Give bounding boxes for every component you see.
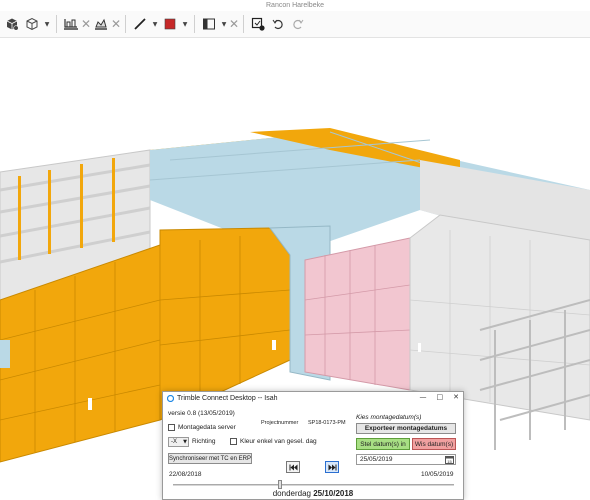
color-selected-day-label: Kleur enkel van gesel. dag bbox=[240, 438, 317, 445]
direction-value: -X bbox=[171, 439, 177, 445]
color-icon[interactable] bbox=[160, 14, 180, 34]
sync-button[interactable]: Synchroniseer met TC en ERP bbox=[168, 453, 252, 464]
toolbar-divider bbox=[194, 15, 195, 33]
server-checkbox-label: Montagedata server bbox=[178, 424, 236, 431]
dialog-title: Trimble Connect Desktop -- Isah bbox=[177, 395, 278, 402]
server-checkbox[interactable] bbox=[168, 424, 175, 431]
clear-icon[interactable]: ✕ bbox=[81, 14, 91, 34]
date-input[interactable]: 25/05/2019 15 bbox=[356, 454, 456, 465]
cube-icon[interactable] bbox=[22, 14, 42, 34]
start-date-label: 22/08/2018 bbox=[169, 471, 202, 478]
section-box-icon[interactable] bbox=[91, 14, 111, 34]
section-plane-icon[interactable] bbox=[61, 14, 81, 34]
skip-forward-button[interactable] bbox=[325, 461, 339, 473]
dropdown-caret-icon[interactable]: ▼ bbox=[42, 14, 52, 34]
calendar-icon[interactable]: 15 bbox=[445, 455, 454, 464]
models-icon[interactable] bbox=[2, 14, 22, 34]
current-day: donderdag bbox=[272, 489, 311, 498]
dropdown-caret-icon[interactable]: ▼ bbox=[150, 14, 160, 34]
skip-back-icon bbox=[289, 464, 297, 470]
direction-label: Richting bbox=[192, 438, 216, 445]
date-input-value: 25/05/2019 bbox=[360, 456, 393, 463]
redo-icon[interactable] bbox=[288, 14, 308, 34]
maximize-icon[interactable]: □ bbox=[437, 393, 444, 401]
skip-back-button[interactable] bbox=[286, 461, 300, 473]
toolbar-divider bbox=[125, 15, 126, 33]
color-selected-day-checkbox[interactable] bbox=[230, 438, 237, 445]
version-label: versie 0.8 (13/05/2019) bbox=[168, 410, 235, 417]
svg-text:15: 15 bbox=[447, 459, 452, 464]
edit-view-icon[interactable] bbox=[248, 14, 268, 34]
toolbar: ▼ ✕ ✕ ▼ ▼ ▼ ✕ bbox=[0, 11, 590, 38]
undo-icon[interactable] bbox=[268, 14, 288, 34]
chevron-down-icon: ▼ bbox=[183, 439, 187, 445]
dropdown-caret-icon[interactable]: ▼ bbox=[219, 14, 229, 34]
clear-icon[interactable]: ✕ bbox=[111, 14, 121, 34]
clear-date-button[interactable]: Wis datum(s) bbox=[412, 438, 456, 450]
isah-dialog: Trimble Connect Desktop -- Isah — □ ✕ ve… bbox=[162, 391, 464, 500]
set-date-button[interactable]: Stel datum(s) in bbox=[356, 438, 410, 450]
dropdown-caret-icon[interactable]: ▼ bbox=[180, 14, 190, 34]
close-icon[interactable]: ✕ bbox=[453, 393, 459, 401]
panel-icon[interactable] bbox=[199, 14, 219, 34]
project-number-value: SP18-0173-PM bbox=[308, 420, 346, 426]
dialog-titlebar: Trimble Connect Desktop -- Isah — □ ✕ bbox=[163, 392, 463, 405]
toolbar-divider bbox=[243, 15, 244, 33]
measure-icon[interactable] bbox=[130, 14, 150, 34]
current-date: 25/10/2018 bbox=[313, 489, 354, 498]
export-dates-button[interactable]: Exporteer montagedatums bbox=[356, 423, 456, 434]
date-slider-track[interactable] bbox=[173, 484, 454, 486]
direction-select[interactable]: -X ▼ bbox=[168, 437, 189, 447]
minimize-icon[interactable]: — bbox=[420, 393, 427, 401]
date-slider-thumb[interactable] bbox=[277, 480, 282, 489]
current-date-label: donderdag 25/10/2018 bbox=[263, 489, 363, 498]
skip-forward-icon bbox=[328, 464, 336, 470]
pick-dates-label: Kies montagedatum(s) bbox=[356, 414, 422, 421]
toolbar-divider bbox=[56, 15, 57, 33]
project-number-label: Projectnummer bbox=[261, 420, 299, 426]
clear-icon[interactable]: ✕ bbox=[229, 14, 239, 34]
trimble-logo-icon bbox=[166, 394, 175, 403]
end-date-label: 10/05/2019 bbox=[421, 471, 454, 478]
